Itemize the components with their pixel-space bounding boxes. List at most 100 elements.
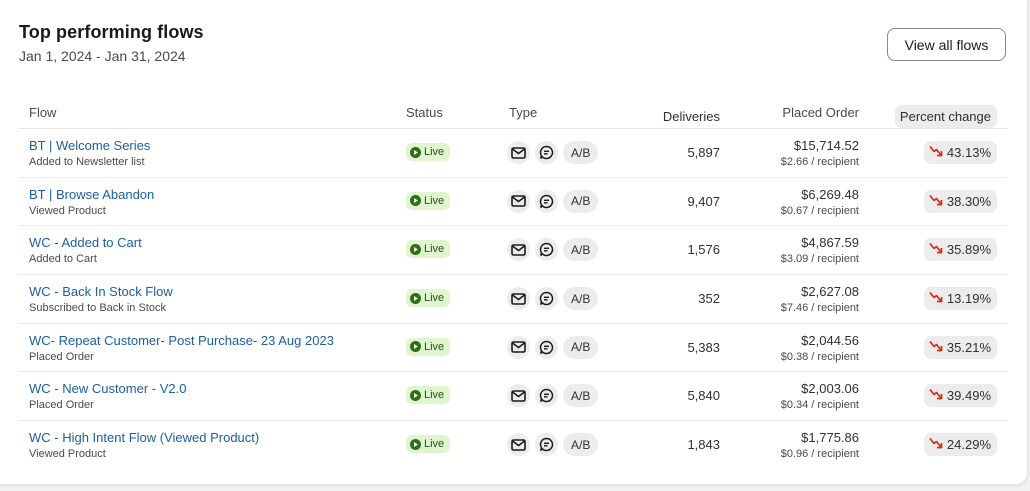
percent-change-value: 35.89% xyxy=(946,242,991,258)
trend-down-icon xyxy=(929,291,943,306)
placed-order-value: $4,867.59 xyxy=(801,235,859,251)
status-label: Live xyxy=(424,194,445,207)
view-all-flows-button[interactable]: View all flows xyxy=(887,28,1006,61)
column-header-deliveries: Deliveries xyxy=(662,109,720,124)
status-badge: Live xyxy=(406,240,451,259)
flow-name-link[interactable]: WC - Back In Stock Flow xyxy=(29,284,173,299)
per-recipient-value: $7.46 / recipient xyxy=(780,302,859,315)
per-recipient-value: $3.09 / recipient xyxy=(780,253,859,266)
status-badge: Live xyxy=(406,289,451,308)
flow-type-group: A/B xyxy=(507,433,599,457)
trend-down-icon xyxy=(929,242,943,257)
card-title: Top performing flows xyxy=(19,22,204,42)
flow-type-group: A/B xyxy=(507,141,599,164)
percent-change-value: 39.49% xyxy=(946,388,991,404)
flow-name-link[interactable]: BT | Welcome Series xyxy=(29,138,150,153)
table-row: WC - Back In Stock Flow Subscribed to Ba… xyxy=(18,275,1007,324)
percent-change-badge: 35.21% xyxy=(923,335,997,359)
status-label: Live xyxy=(424,292,445,305)
percent-change-value: 24.29% xyxy=(946,437,991,453)
trend-down-icon xyxy=(929,437,943,452)
status-label: Live xyxy=(424,146,445,158)
envelope-icon xyxy=(507,384,530,408)
flows-table: Flow Status Type Deliveries Placed Order… xyxy=(18,93,1007,469)
table-row: WC- Repeat Customer- Post Purchase- 23 A… xyxy=(18,324,1007,373)
deliveries-value: 1,843 xyxy=(687,437,720,453)
envelope-icon xyxy=(507,238,530,262)
column-header-type: Type xyxy=(509,105,538,120)
deliveries-value: 352 xyxy=(698,291,720,307)
per-recipient-value: $0.38 / recipient xyxy=(780,350,859,363)
flow-trigger: Viewed Product xyxy=(29,204,106,217)
percent-change-value: 35.21% xyxy=(946,339,991,355)
flow-type-group: A/B xyxy=(507,335,599,359)
flow-trigger: Added to Newsletter list xyxy=(29,156,145,168)
placed-order-value: $15,714.52 xyxy=(793,138,859,153)
play-circle-icon xyxy=(410,341,421,353)
percent-change-value: 13.19% xyxy=(946,291,991,307)
ab-test-badge: A/B xyxy=(563,384,599,408)
percent-change-badge: 38.30% xyxy=(923,189,997,213)
ab-test-badge: A/B xyxy=(563,287,599,311)
chat-bubble-icon xyxy=(535,189,558,213)
flow-trigger: Added to Cart xyxy=(29,253,97,266)
envelope-icon xyxy=(507,335,530,359)
chat-bubble-icon xyxy=(535,141,558,164)
column-header-percent-change: Percent change xyxy=(894,105,997,128)
envelope-icon xyxy=(507,141,530,164)
deliveries-value: 1,576 xyxy=(687,242,720,258)
trend-down-icon xyxy=(929,340,943,355)
play-circle-icon xyxy=(410,292,421,304)
play-circle-icon xyxy=(410,389,421,401)
per-recipient-value: $2.66 / recipient xyxy=(780,156,859,168)
flow-name-link[interactable]: WC - Added to Cart xyxy=(29,235,142,250)
chat-bubble-icon xyxy=(535,238,558,262)
percent-change-badge: 43.13% xyxy=(923,141,997,164)
per-recipient-value: $0.67 / recipient xyxy=(780,204,859,217)
date-range: Jan 1, 2024 - Jan 31, 2024 xyxy=(19,48,186,64)
flow-type-group: A/B xyxy=(507,189,599,213)
envelope-icon xyxy=(507,433,530,457)
chat-bubble-icon xyxy=(535,287,558,311)
placed-order-value: $2,044.56 xyxy=(801,332,859,348)
table-row: WC - Added to Cart Added to Cart Live A/… xyxy=(18,226,1007,276)
column-header-status: Status xyxy=(406,105,443,120)
status-badge: Live xyxy=(406,386,451,405)
column-header-flow: Flow xyxy=(29,105,57,120)
table-body: BT | Welcome Series Added to Newsletter … xyxy=(18,129,1007,469)
ab-test-badge: A/B xyxy=(563,433,599,457)
play-circle-icon xyxy=(410,146,421,158)
flow-type-group: A/B xyxy=(507,238,599,262)
status-badge: Live xyxy=(406,337,451,356)
flow-name-link[interactable]: WC - High Intent Flow (Viewed Product) xyxy=(29,430,259,445)
table-header: Flow Status Type Deliveries Placed Order… xyxy=(18,93,1007,129)
status-label: Live xyxy=(424,340,445,353)
percent-change-value: 43.13% xyxy=(946,145,991,160)
status-label: Live xyxy=(424,389,445,402)
top-flows-card: Top performing flows Jan 1, 2024 - Jan 3… xyxy=(0,0,1028,485)
ab-test-badge: A/B xyxy=(563,189,599,213)
per-recipient-value: $0.96 / recipient xyxy=(780,448,859,461)
column-header-placed-order: Placed Order xyxy=(782,105,859,120)
envelope-icon xyxy=(507,189,530,213)
trend-down-icon xyxy=(929,194,943,209)
flow-name-link[interactable]: WC - New Customer - V2.0 xyxy=(29,381,186,396)
table-row: WC - New Customer - V2.0 Placed Order Li… xyxy=(18,372,1007,422)
flow-type-group: A/B xyxy=(507,384,599,408)
percent-change-badge: 13.19% xyxy=(923,287,997,311)
flow-type-group: A/B xyxy=(507,287,599,311)
chat-bubble-icon xyxy=(535,335,558,359)
table-row: BT | Welcome Series Added to Newsletter … xyxy=(18,129,1007,178)
deliveries-value: 9,407 xyxy=(687,193,720,209)
trend-down-icon xyxy=(929,388,943,403)
flow-trigger: Placed Order xyxy=(29,350,94,363)
status-label: Live xyxy=(424,438,445,451)
chat-bubble-icon xyxy=(535,384,558,408)
deliveries-value: 5,897 xyxy=(687,145,720,160)
deliveries-value: 5,383 xyxy=(687,339,720,355)
flow-trigger: Placed Order xyxy=(29,399,94,412)
flow-name-link[interactable]: WC- Repeat Customer- Post Purchase- 23 A… xyxy=(29,333,334,348)
ab-test-badge: A/B xyxy=(563,238,599,262)
envelope-icon xyxy=(507,287,530,311)
flow-name-link[interactable]: BT | Browse Abandon xyxy=(29,187,154,202)
